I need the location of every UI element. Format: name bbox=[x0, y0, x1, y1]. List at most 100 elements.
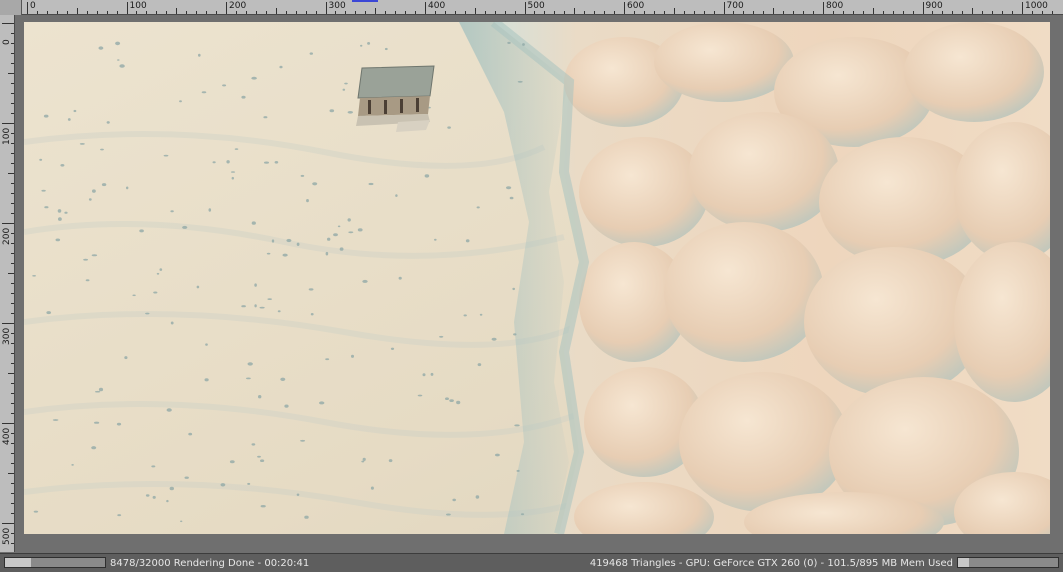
footprint bbox=[384, 47, 388, 51]
ruler-minor-tick bbox=[633, 11, 635, 14]
cliff-snow-mounds bbox=[564, 22, 1050, 534]
footprint bbox=[139, 229, 144, 233]
footprint bbox=[520, 513, 525, 516]
ruler-minor-tick bbox=[11, 133, 14, 134]
ruler-minor-tick bbox=[156, 11, 158, 14]
ruler-minor-tick bbox=[8, 273, 14, 274]
footprint bbox=[212, 161, 216, 164]
ruler-minor-tick bbox=[11, 453, 14, 454]
ruler-minor-tick bbox=[683, 11, 685, 14]
ruler-minor-tick bbox=[454, 11, 456, 14]
ruler-minor-tick bbox=[176, 8, 178, 14]
footprint bbox=[398, 276, 402, 280]
ruler-minor-tick bbox=[11, 263, 14, 264]
ruler-minor-tick bbox=[11, 393, 14, 394]
footprint bbox=[230, 171, 236, 173]
footprint bbox=[309, 52, 313, 55]
ruler-minor-tick bbox=[962, 11, 964, 14]
ruler-minor-tick bbox=[783, 11, 785, 14]
ruler-minor-tick bbox=[663, 11, 665, 14]
ruler-minor-tick bbox=[315, 11, 317, 14]
footprint bbox=[267, 298, 272, 300]
ruler-major-tick bbox=[2, 23, 14, 24]
ruler-minor-tick bbox=[11, 443, 14, 444]
footprint bbox=[55, 238, 61, 242]
ruler-label: 600 bbox=[627, 1, 645, 11]
footprint bbox=[91, 254, 98, 257]
footprint bbox=[64, 211, 68, 214]
footprint bbox=[506, 186, 512, 190]
footprint bbox=[286, 238, 292, 243]
ruler-major-tick bbox=[823, 2, 824, 14]
footprint bbox=[251, 221, 256, 225]
ruler-minor-tick bbox=[11, 313, 14, 314]
ruler-minor-tick bbox=[882, 11, 884, 14]
ruler-major-tick bbox=[126, 2, 128, 14]
footprint bbox=[115, 41, 121, 46]
footprint bbox=[344, 82, 348, 85]
ruler-major-tick bbox=[1022, 2, 1023, 14]
footprint bbox=[368, 182, 374, 186]
ruler-major-tick bbox=[425, 2, 426, 14]
footprint bbox=[73, 109, 77, 113]
ruler-minor-tick bbox=[673, 8, 675, 14]
footprint bbox=[163, 154, 169, 157]
footprint bbox=[58, 217, 62, 221]
footprint bbox=[198, 53, 201, 57]
footprint bbox=[246, 377, 251, 380]
footprint bbox=[126, 186, 129, 190]
ruler-minor-tick bbox=[464, 11, 466, 14]
ruler-minor-tick bbox=[693, 11, 695, 14]
ruler-minor-tick bbox=[265, 11, 267, 14]
footprint bbox=[342, 88, 346, 91]
footprint bbox=[434, 238, 437, 241]
ruler-minor-tick bbox=[245, 11, 247, 14]
footprint bbox=[231, 176, 234, 180]
ruler-minor-tick bbox=[11, 483, 14, 484]
ruler-minor-tick bbox=[494, 11, 496, 14]
footprint bbox=[188, 432, 193, 436]
footprint bbox=[310, 313, 314, 316]
ruler-minor-tick bbox=[1002, 11, 1004, 14]
footprint bbox=[447, 126, 451, 129]
ruler-minor-tick bbox=[11, 493, 14, 494]
ruler-minor-tick bbox=[8, 173, 14, 174]
footprint bbox=[166, 408, 172, 412]
footprint bbox=[41, 189, 46, 192]
footprint bbox=[351, 354, 354, 358]
ruler-major-tick bbox=[2, 423, 14, 424]
footprint bbox=[44, 206, 49, 209]
footprint bbox=[362, 279, 368, 283]
render-progress-bar bbox=[4, 557, 106, 568]
footprint bbox=[277, 310, 281, 313]
ruler-minor-tick bbox=[902, 11, 904, 14]
footprint bbox=[446, 513, 451, 516]
footprint bbox=[306, 199, 309, 203]
ruler-minor-tick bbox=[8, 473, 14, 474]
ruler-minor-tick bbox=[146, 11, 148, 14]
ruler-label: 800 bbox=[826, 1, 844, 11]
ruler-minor-tick bbox=[11, 53, 14, 54]
footprint bbox=[296, 493, 300, 496]
render-viewport[interactable] bbox=[24, 22, 1050, 534]
footprint bbox=[145, 494, 150, 497]
footprint bbox=[234, 148, 239, 150]
footprint bbox=[439, 335, 444, 338]
ruler-minor-tick bbox=[66, 11, 68, 14]
ruler-minor-tick bbox=[832, 11, 834, 14]
ruler-minor-tick bbox=[11, 213, 14, 214]
ruler-major-tick bbox=[524, 2, 526, 14]
footprint bbox=[509, 196, 514, 200]
footprint bbox=[226, 160, 230, 164]
footprint bbox=[117, 514, 122, 517]
memory-usage-bar bbox=[957, 557, 1059, 568]
ruler-minor-tick bbox=[56, 11, 58, 14]
footprint bbox=[132, 294, 136, 297]
ruler-minor-tick bbox=[186, 11, 188, 14]
ruler-minor-tick bbox=[36, 11, 38, 14]
ruler-minor-tick bbox=[534, 11, 536, 14]
ruler-minor-tick bbox=[46, 11, 48, 14]
footprint bbox=[465, 239, 470, 243]
ruler-minor-tick bbox=[653, 11, 655, 14]
footprint bbox=[452, 498, 457, 502]
